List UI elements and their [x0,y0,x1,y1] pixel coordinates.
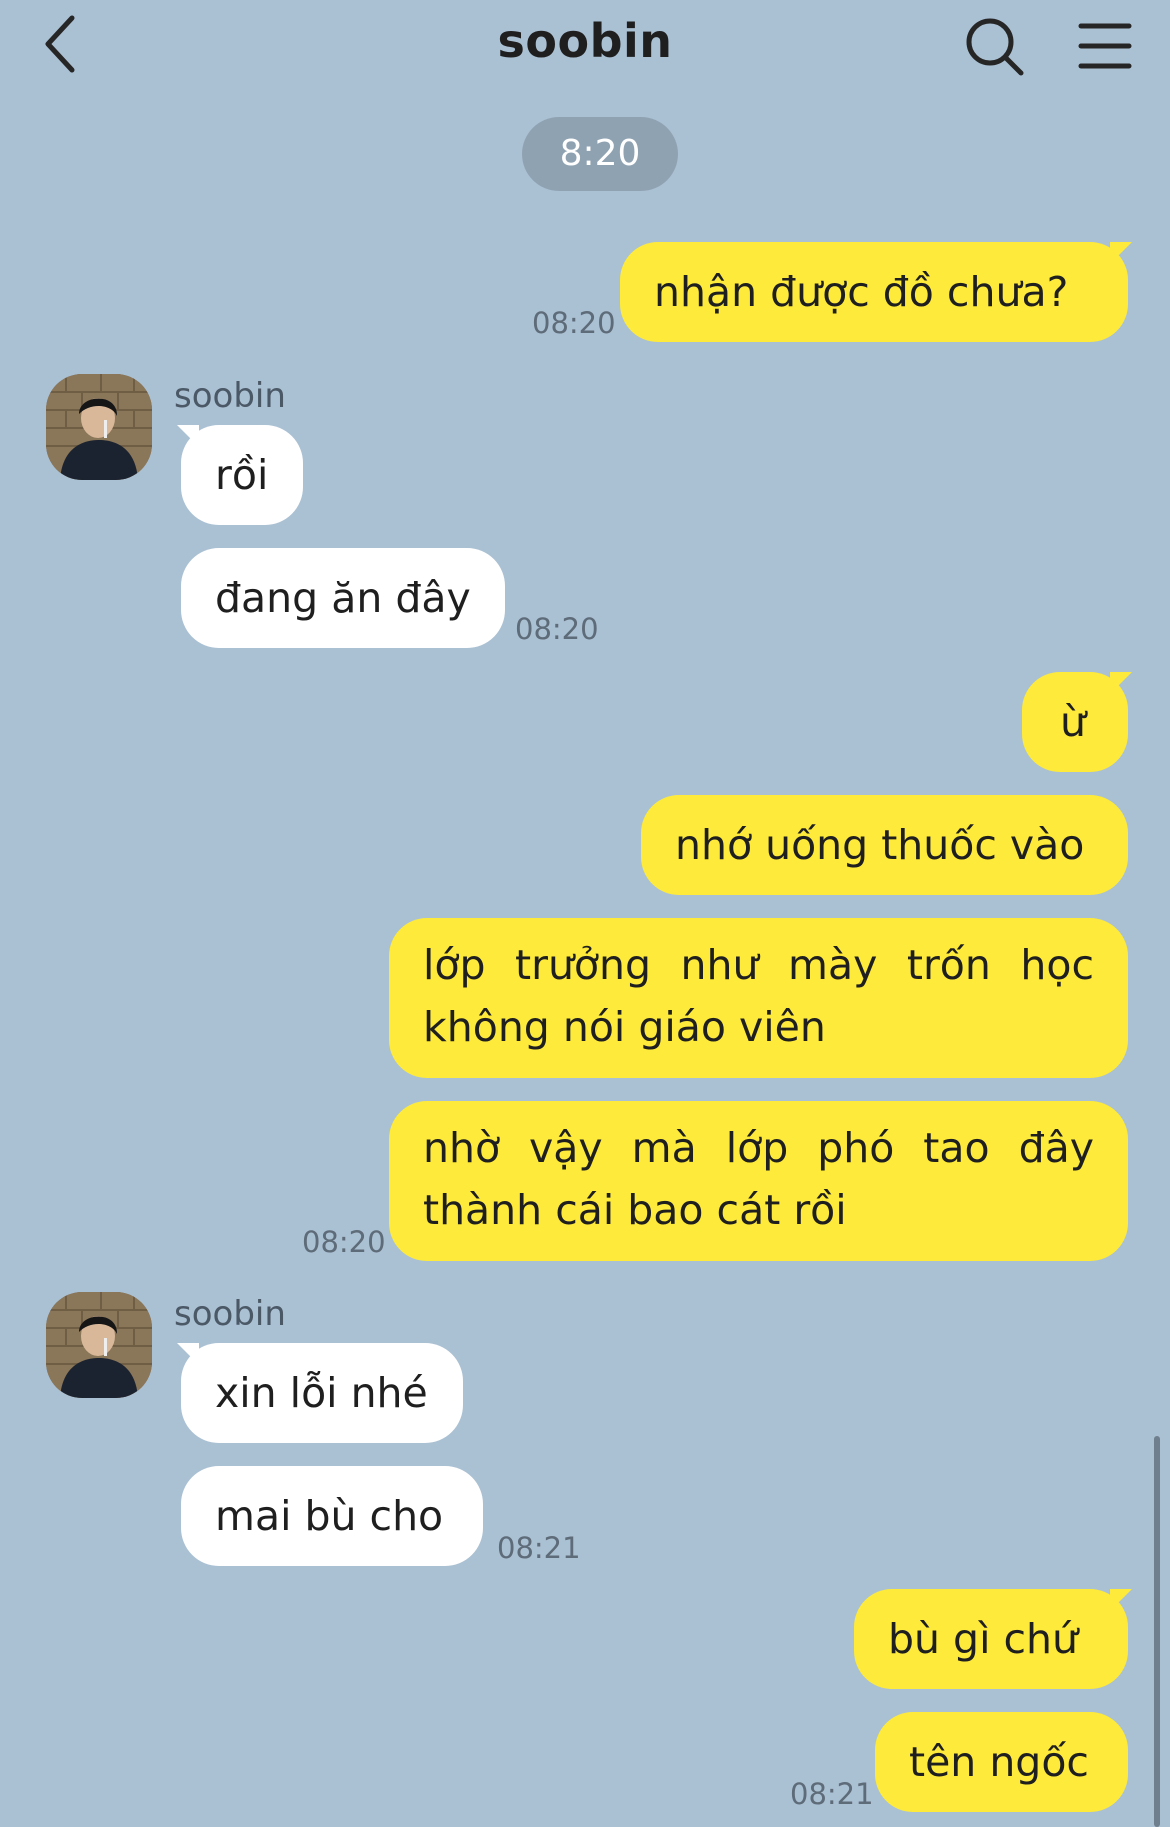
avatar-photo [46,374,152,480]
message-time: 08:21 [497,1531,581,1565]
back-button[interactable] [42,14,92,74]
scrollbar[interactable] [1154,1436,1160,1827]
bubble-tail [1110,672,1132,694]
outgoing-message[interactable]: tên ngốc [875,1712,1128,1812]
message-text: nhờ vậy mà lớp phó tao đây thành cái bao… [423,1124,1094,1234]
incoming-message[interactable]: đang ăn đây [181,548,505,648]
message-time: 08:20 [515,612,599,646]
incoming-message[interactable]: mai bù cho [181,1466,483,1566]
outgoing-message[interactable]: nhận được đồ chưa? [620,242,1128,342]
outgoing-message[interactable]: bù gì chứ [854,1589,1128,1689]
bubble-tail [177,425,199,447]
message-text: lớp trưởng như mày trốn học không nói gi… [423,941,1094,1051]
outgoing-message[interactable]: nhớ uống thuốc vào [641,795,1128,895]
message-time: 08:21 [790,1777,874,1811]
menu-button[interactable] [1078,20,1132,72]
chat-header: soobin [0,0,1170,96]
sender-name: soobin [174,1294,286,1334]
avatar[interactable] [46,374,152,480]
message-text: mai bù cho [215,1492,444,1540]
avatar[interactable] [46,1292,152,1398]
message-text: bù gì chứ [888,1615,1079,1663]
incoming-message[interactable]: rồi [181,425,303,525]
incoming-message[interactable]: xin lỗi nhé [181,1343,463,1443]
avatar-photo [46,1292,152,1398]
hamburger-menu-icon [1078,23,1132,69]
bubble-tail [177,1343,199,1365]
sender-name: soobin [174,376,286,416]
message-time: 08:20 [302,1225,386,1259]
message-text: ừ [1060,698,1086,746]
outgoing-message[interactable]: lớp trưởng như mày trốn học không nói gi… [389,918,1128,1078]
message-text: tên ngốc [909,1738,1089,1786]
message-text: đang ăn đây [215,574,471,622]
message-time: 08:20 [532,306,616,340]
chevron-left-icon [45,15,75,73]
message-text: xin lỗi nhé [215,1369,428,1417]
bubble-tail [1110,242,1132,264]
message-text: nhận được đồ chưa? [654,268,1069,316]
search-icon [966,18,1024,76]
outgoing-message[interactable]: nhờ vậy mà lớp phó tao đây thành cái bao… [389,1101,1128,1261]
bubble-tail [1110,1589,1132,1611]
date-separator: 8:20 [522,117,678,191]
message-text: nhớ uống thuốc vào [675,821,1085,869]
message-text: rồi [215,451,269,499]
search-button[interactable] [964,16,1026,78]
